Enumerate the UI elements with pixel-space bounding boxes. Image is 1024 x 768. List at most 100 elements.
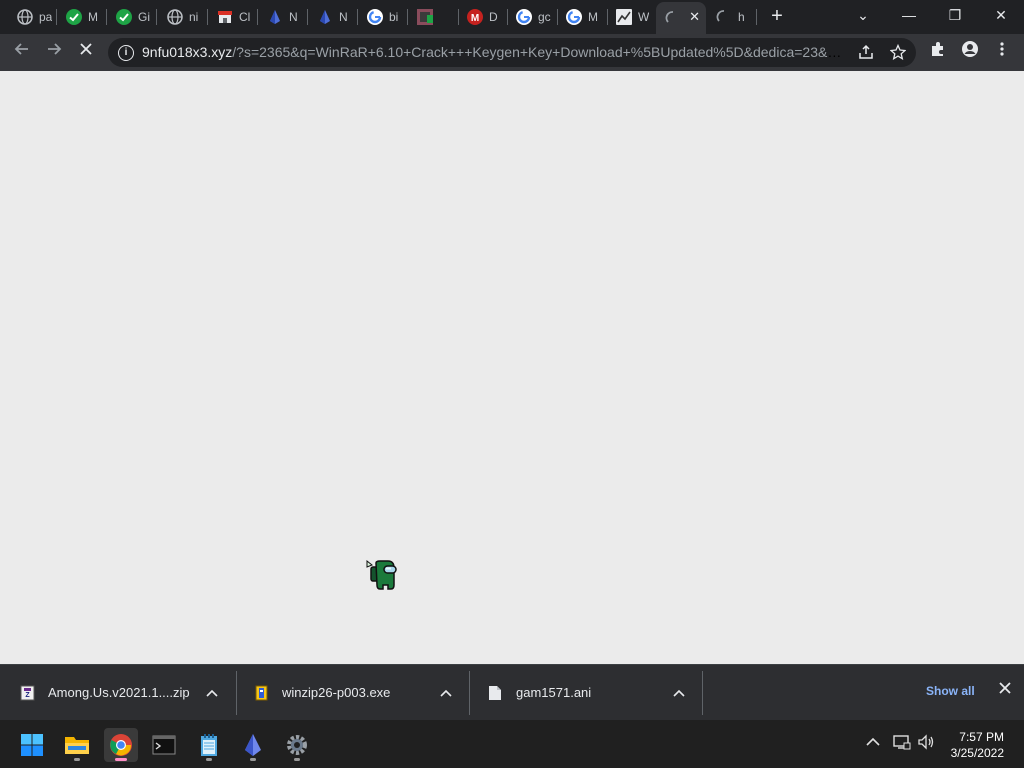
address-bar[interactable]: i 9nfu018x3.xyz/?s=2365&q=WinRaR+6.10+Cr… (108, 38, 916, 67)
url-text[interactable]: 9nfu018x3.xyz/?s=2365&q=WinRaR+6.10+Crac… (142, 44, 842, 60)
tab-13[interactable]: W (607, 4, 653, 30)
crystal-app-button[interactable] (236, 728, 270, 762)
chevron-up-icon[interactable] (206, 686, 218, 700)
puzzle-icon (932, 42, 943, 56)
download-item[interactable]: gam1571.ani (488, 665, 698, 720)
file-explorer-button[interactable] (60, 728, 94, 762)
tab-12[interactable]: M (557, 4, 603, 30)
tab-search-button[interactable]: ⌄ (840, 0, 886, 30)
show-all-downloads-button[interactable]: Show all (926, 684, 975, 698)
store-icon (217, 9, 233, 25)
tab-8[interactable]: bi (358, 4, 404, 30)
loading-spinner-icon (716, 9, 732, 25)
download-item[interactable]: winzip26-p003.exe (254, 665, 464, 720)
file-explorer-icon (65, 737, 89, 754)
chart-icon (616, 9, 632, 25)
chevron-up-icon[interactable] (866, 734, 880, 750)
close-icon (999, 682, 1011, 694)
tab-strip: pa M Gi ni Cl N N bi M D gc M W ✕ h + ⌄ … (0, 0, 1024, 34)
volume-icon[interactable] (918, 734, 936, 753)
system-clock[interactable]: 7:57 PM 3/25/2022 (951, 729, 1004, 761)
tab-title: gc (538, 10, 551, 24)
tab-4[interactable]: ni (158, 4, 204, 30)
tab-close-icon[interactable]: ✕ (689, 9, 700, 25)
profile-icon (962, 41, 978, 57)
tab-10[interactable]: M D (458, 4, 504, 30)
kebab-menu-icon (1000, 42, 1004, 56)
stop-loading-button[interactable] (74, 40, 98, 64)
notepad-icon (201, 734, 217, 756)
notepad-button[interactable] (192, 728, 226, 762)
settings-button[interactable] (280, 728, 314, 762)
chrome-icon (110, 734, 132, 756)
tab-14-active[interactable]: ✕ (656, 2, 706, 34)
crystal-icon (267, 9, 283, 25)
site-info-icon[interactable]: i (118, 45, 134, 61)
windows-taskbar: 7:57 PM 3/25/2022 (0, 720, 1024, 768)
crystal-icon (317, 9, 333, 25)
tab-title: pa (39, 10, 53, 24)
network-icon[interactable] (893, 734, 911, 753)
tab-5[interactable]: Cl (208, 4, 254, 30)
tab-15[interactable]: h (707, 4, 753, 30)
forward-button[interactable] (42, 40, 66, 64)
download-filename: gam1571.ani (516, 685, 592, 700)
arrow-left-icon (14, 43, 28, 55)
tab-title: N (289, 10, 298, 24)
chrome-button[interactable] (104, 728, 138, 762)
tab-title: bi (389, 10, 399, 24)
crystal-app-icon (245, 734, 261, 756)
tab-2[interactable]: M (57, 4, 103, 30)
game-icon (417, 9, 435, 25)
tab-7[interactable]: N (308, 4, 354, 30)
minimize-icon: — (902, 7, 916, 23)
close-window-button[interactable]: ✕ (978, 0, 1024, 30)
extensions-button[interactable] (926, 40, 950, 64)
tab-6[interactable]: N (258, 4, 304, 30)
green-check-icon (116, 9, 132, 25)
chevron-up-icon[interactable] (440, 686, 452, 700)
share-icon[interactable] (858, 44, 874, 64)
start-button[interactable] (15, 728, 49, 762)
svg-text:Z: Z (25, 692, 30, 699)
close-download-bar-button[interactable] (998, 681, 1012, 700)
profile-button[interactable] (958, 40, 982, 64)
crewmate-cursor-icon (366, 559, 397, 590)
gear-icon (287, 735, 307, 755)
terminal-icon (152, 735, 176, 755)
browser-toolbar: i 9nfu018x3.xyz/?s=2365&q=WinRaR+6.10+Cr… (0, 34, 1024, 71)
tab-3[interactable]: Gi (107, 4, 153, 30)
new-tab-button[interactable]: + (766, 6, 788, 28)
clock-date: 3/25/2022 (950, 746, 1004, 760)
bookmark-star-icon[interactable] (889, 43, 907, 64)
restore-button[interactable]: ❐ (932, 0, 978, 30)
tab-title: h (738, 10, 745, 24)
google-icon (516, 9, 532, 25)
chevron-up-icon[interactable] (673, 686, 685, 700)
minimize-button[interactable]: — (886, 0, 932, 30)
close-icon: ✕ (995, 7, 1007, 23)
terminal-button[interactable] (147, 728, 181, 762)
tab-title: ni (189, 10, 199, 24)
menu-button[interactable] (990, 40, 1014, 64)
winrar-zip-icon: Z (20, 685, 35, 701)
tab-11[interactable]: gc (507, 4, 553, 30)
tab-title: D (489, 10, 498, 24)
download-item[interactable]: Z Among.Us.v2021.1....zip (20, 665, 230, 720)
red-m-icon: M (467, 9, 483, 25)
tab-title: Gi (138, 10, 150, 24)
url-path: /?s=2365&q=WinRaR+6.10+Crack+++Keygen+Ke… (232, 44, 842, 60)
back-button[interactable] (10, 40, 34, 64)
page-content (0, 71, 1024, 664)
download-bar: Z Among.Us.v2021.1....zip winzip26-p003.… (0, 664, 1024, 720)
tab-9[interactable] (408, 4, 454, 30)
chevron-down-icon: ⌄ (857, 7, 869, 23)
restore-icon: ❐ (948, 7, 962, 23)
close-icon (80, 43, 92, 55)
tab-title: M (88, 10, 98, 24)
google-icon (367, 9, 383, 25)
tab-1[interactable]: pa (8, 4, 54, 30)
svg-text:M: M (471, 13, 479, 24)
start-icon (21, 734, 43, 756)
loading-spinner-icon (665, 10, 681, 26)
